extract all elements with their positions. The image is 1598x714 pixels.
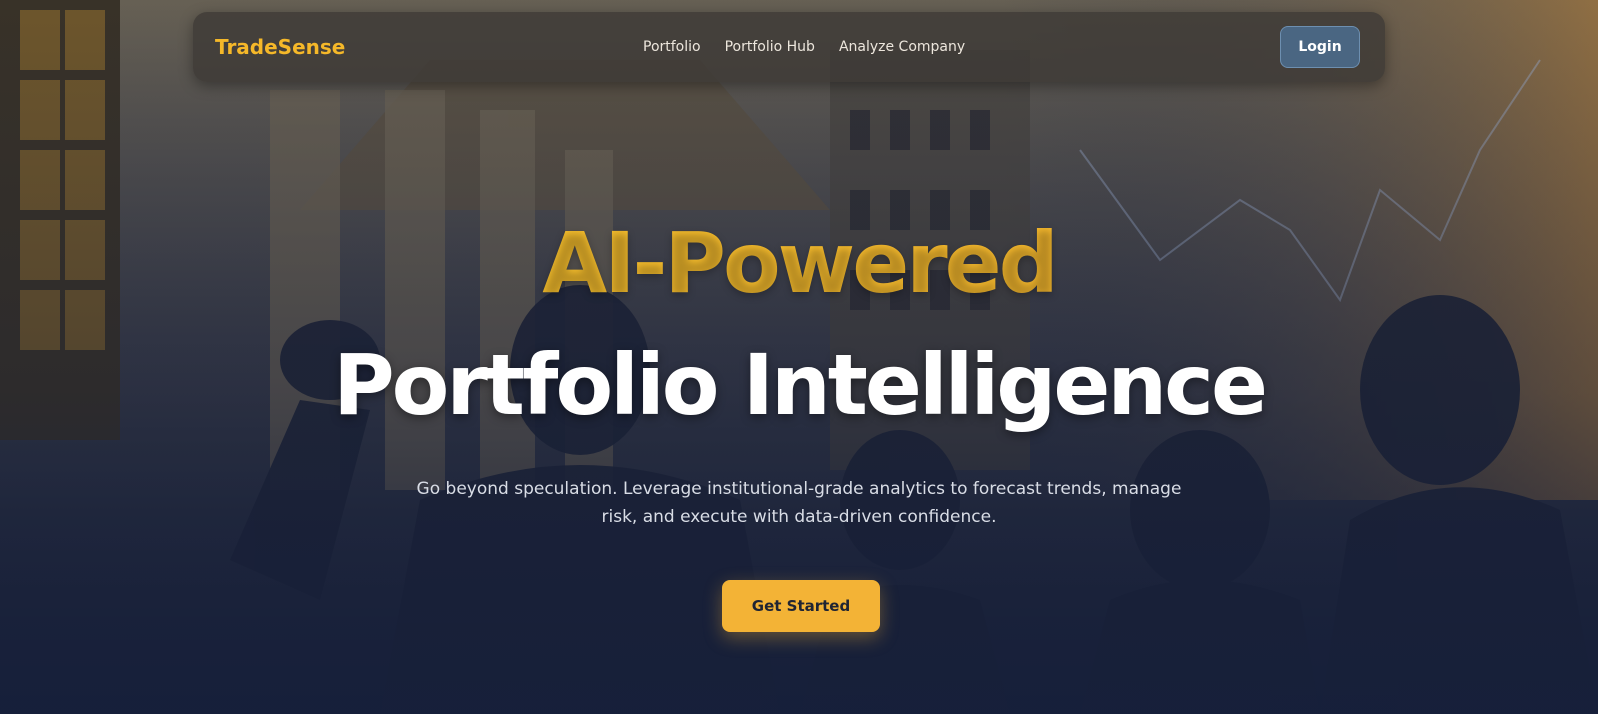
nav-link-analyze-company[interactable]: Analyze Company [839,39,965,55]
brand-logo[interactable]: TradeSense [215,35,345,59]
nav-link-portfolio-hub[interactable]: Portfolio Hub [725,39,815,55]
hero-headline-main: Portfolio Intelligence [333,336,1268,434]
nav-links: Portfolio Portfolio Hub Analyze Company [643,39,965,55]
landing-page: TradeSense Portfolio Portfolio Hub Analy… [0,0,1598,714]
login-button[interactable]: Login [1280,26,1360,68]
nav-link-portfolio[interactable]: Portfolio [643,39,701,55]
hero-headline-accent: AI-Powered [0,214,1598,312]
get-started-button[interactable]: Get Started [722,580,880,632]
top-navbar: TradeSense Portfolio Portfolio Hub Analy… [193,12,1385,82]
hero-subtext: Go beyond speculation. Leverage institut… [416,479,1182,527]
